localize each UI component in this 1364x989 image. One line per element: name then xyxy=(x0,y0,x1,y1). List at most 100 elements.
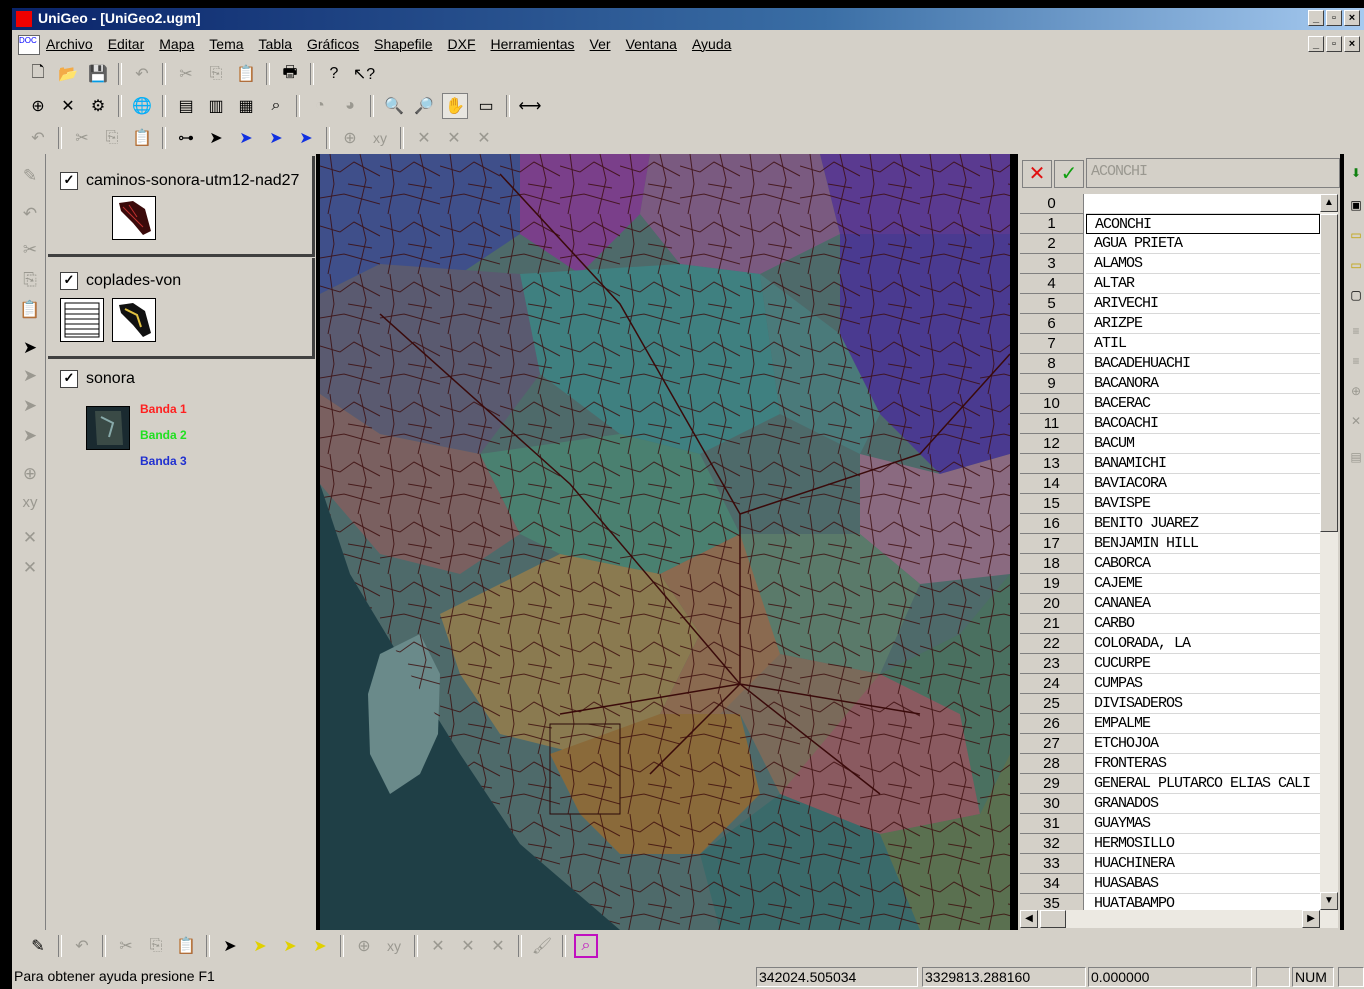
table-cell[interactable]: BACADEHUACHI xyxy=(1086,354,1320,374)
table-row[interactable]: 18 CABORCA xyxy=(1020,554,1320,574)
table-row[interactable]: 1 ACONCHI xyxy=(1020,214,1320,234)
vertical-scrollbar[interactable]: ▲ ▼ xyxy=(1320,194,1338,910)
table-cell[interactable]: DIVISADEROS xyxy=(1086,694,1320,714)
mdi-close-button[interactable]: × xyxy=(1344,36,1360,52)
left-delete-icon[interactable]: ✕ xyxy=(18,528,42,552)
bottom-undo-icon[interactable]: ↶ xyxy=(70,934,94,958)
table-row[interactable]: 26 EMPALME xyxy=(1020,714,1320,734)
table-row[interactable]: 15 BAVISPE xyxy=(1020,494,1320,514)
table-row[interactable]: 23 CUCURPE xyxy=(1020,654,1320,674)
table-row[interactable]: 29 GENERAL PLUTARCO ELIAS CALI xyxy=(1020,774,1320,794)
bottom-xy-icon[interactable]: xy xyxy=(382,934,406,958)
layers-icon[interactable]: ▤ xyxy=(174,94,198,118)
row-number[interactable]: 31 xyxy=(1020,814,1084,834)
left-delete-vertex-icon[interactable]: ✕ xyxy=(18,558,42,582)
open-folder-icon[interactable]: 📂 xyxy=(56,62,80,86)
row-number[interactable]: 24 xyxy=(1020,674,1084,694)
left-undo-icon[interactable]: ↶ xyxy=(18,204,42,228)
table-row[interactable]: 30 GRANADOS xyxy=(1020,794,1320,814)
bottom-select-yellow-icon[interactable]: ➤ xyxy=(248,934,272,958)
add-vertex-icon[interactable]: ➤ xyxy=(264,126,288,150)
delete-icon[interactable]: ✕ xyxy=(412,126,436,150)
pencil-icon[interactable]: ✎ xyxy=(18,166,42,190)
table-row[interactable]: 14 BAVIACORA xyxy=(1020,474,1320,494)
table-cell[interactable]: HUATABAMPO xyxy=(1086,894,1320,910)
empty-box-icon[interactable]: ▢ xyxy=(1348,288,1364,304)
table-icon[interactable] xyxy=(60,298,104,342)
remove-layer-icon[interactable]: ✕ xyxy=(56,94,80,118)
table-row[interactable]: 10 BACERAC xyxy=(1020,394,1320,414)
layer-caminos[interactable]: ✓ caminos-sonora-utm12-nad27 xyxy=(48,156,315,257)
bottom-delete-vertex-icon[interactable]: ✕ xyxy=(456,934,480,958)
table-cell[interactable]: GENERAL PLUTARCO ELIAS CALI xyxy=(1086,774,1320,794)
table-cell[interactable]: CAJEME xyxy=(1086,574,1320,594)
edit-paste-icon[interactable]: 📋 xyxy=(130,126,154,150)
record-icon[interactable]: ▣ xyxy=(1348,198,1364,214)
menu-shapefile[interactable]: Shapefile xyxy=(374,36,432,52)
delete-all-icon[interactable]: ✕ xyxy=(472,126,496,150)
map-canvas[interactable] xyxy=(320,154,1010,930)
horizontal-scrollbar[interactable]: ◀ ▶ xyxy=(1020,910,1338,928)
table-cell[interactable]: HUACHINERA xyxy=(1086,854,1320,874)
hscroll-thumb[interactable] xyxy=(1040,910,1066,928)
row-number[interactable]: 7 xyxy=(1020,334,1084,354)
row-number[interactable]: 28 xyxy=(1020,754,1084,774)
list2-icon[interactable]: ≡ xyxy=(1348,354,1364,370)
row-number[interactable]: 10 xyxy=(1020,394,1084,414)
row-number[interactable]: 3 xyxy=(1020,254,1084,274)
select-arrow-icon[interactable]: ➤ xyxy=(204,126,228,150)
row-number[interactable]: 2 xyxy=(1020,234,1084,254)
zoom-next-icon[interactable]: ◕ xyxy=(338,94,362,118)
bottom-move-vertex-icon[interactable]: ➤ xyxy=(308,934,332,958)
table-row[interactable]: 32 HERMOSILLO xyxy=(1020,834,1320,854)
row-number[interactable]: 6 xyxy=(1020,314,1084,334)
cancel-edit-icon[interactable]: ✕ xyxy=(1022,160,1052,188)
row-number[interactable]: 33 xyxy=(1020,854,1084,874)
table-cell[interactable]: BACANORA xyxy=(1086,374,1320,394)
table-cell[interactable]: ETCHOJOA xyxy=(1086,734,1320,754)
find-icon[interactable]: ⌕ xyxy=(264,94,288,118)
table-cell[interactable]: ALAMOS xyxy=(1086,254,1320,274)
row-number[interactable]: 32 xyxy=(1020,834,1084,854)
table-row[interactable]: 25 DIVISADEROS xyxy=(1020,694,1320,714)
minimize-button[interactable]: _ xyxy=(1308,10,1324,26)
row-number[interactable]: 25 xyxy=(1020,694,1084,714)
paste-icon[interactable]: 📋 xyxy=(234,62,258,86)
cell-edit-field[interactable]: ACONCHI xyxy=(1086,158,1340,188)
edit-undo-icon[interactable]: ↶ xyxy=(26,126,50,150)
table-row[interactable]: 27 ETCHOJOA xyxy=(1020,734,1320,754)
bottom-pencil-icon[interactable]: ✎ xyxy=(26,934,50,958)
table-row[interactable]: 11 BACOACHI xyxy=(1020,414,1320,434)
menu-archivo[interactable]: Archivo xyxy=(46,36,93,52)
xy-icon[interactable]: xy xyxy=(368,126,392,150)
edit-cut-icon[interactable]: ✂ xyxy=(70,126,94,150)
layer-sonora[interactable]: ✓ sonora Banda 1 Banda 2 Banda 3 xyxy=(48,360,312,486)
row-number[interactable]: 20 xyxy=(1020,594,1084,614)
delete-vertex-icon[interactable]: ✕ xyxy=(442,126,466,150)
full-extent-globe-icon[interactable]: 🌐 xyxy=(130,94,154,118)
zoom-out-icon[interactable]: 🔎 xyxy=(412,94,436,118)
yellow-box-icon[interactable]: ▭ xyxy=(1348,228,1364,244)
distance-icon[interactable]: ⟷ xyxy=(518,94,542,118)
layer-checkbox[interactable]: ✓ xyxy=(60,272,78,290)
menu-ventana[interactable]: Ventana xyxy=(626,36,677,52)
row-number[interactable]: 11 xyxy=(1020,414,1084,434)
left-xy-icon[interactable]: xy xyxy=(18,494,42,518)
maximize-button[interactable]: ▫ xyxy=(1326,10,1342,26)
attribute-grid[interactable]: 0 1 ACONCHI 2 AGUA PRIETA 3 ALAMOS 4 ALTAR 5 ARIVE… xyxy=(1020,194,1320,910)
row-number[interactable]: 17 xyxy=(1020,534,1084,554)
table-cell[interactable]: BAVISPE xyxy=(1086,494,1320,514)
layer-checkbox[interactable]: ✓ xyxy=(60,370,78,388)
table-cell[interactable]: BACERAC xyxy=(1086,394,1320,414)
scroll-down-button[interactable]: ▼ xyxy=(1320,892,1338,910)
vertex-tree-icon[interactable]: ⊶ xyxy=(174,126,198,150)
table-cell[interactable]: BENJAMIN HILL xyxy=(1086,534,1320,554)
table-cell[interactable]: COLORADA, LA xyxy=(1086,634,1320,654)
table-cell[interactable]: EMPALME xyxy=(1086,714,1320,734)
table-row[interactable]: 17 BENJAMIN HILL xyxy=(1020,534,1320,554)
layers-clear-icon[interactable]: ▦ xyxy=(234,94,258,118)
scroll-thumb[interactable] xyxy=(1320,214,1338,532)
row-number[interactable]: 27 xyxy=(1020,734,1084,754)
menu-graficos[interactable]: Gráficos xyxy=(307,36,359,52)
zoom-in-icon[interactable]: 🔍 xyxy=(382,94,406,118)
